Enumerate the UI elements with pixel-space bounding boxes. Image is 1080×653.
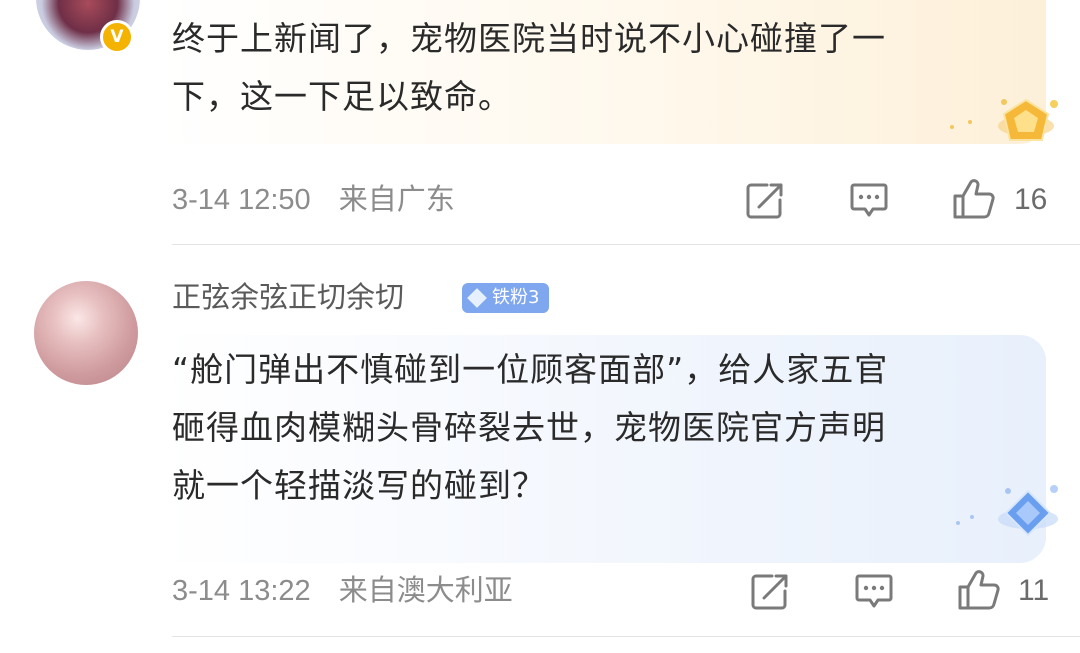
like-icon[interactable] [952,178,996,220]
blue-diamond-badge-icon [956,485,1058,537]
comment-icon[interactable] [854,573,894,611]
comment-meta: 3-14 12:50 来自广东 [172,180,455,220]
timestamp: 3-14 13:22 [172,575,311,607]
share-icon[interactable] [750,573,790,611]
gold-badge-icon [950,98,1058,141]
comment-icon[interactable] [849,182,889,220]
comment-text-line: 下，这一下足以致命。 [172,77,512,116]
timestamp: 3-14 12:50 [172,184,311,216]
comment-text-line: “舱门弹出不慎碰到一位顾客面部”，给人家五官 [172,350,889,389]
comment-text: “舱门弹出不慎碰到一位顾客面部”，给人家五官 砸得血肉模糊头骨碎裂去世，宠物医院… [172,341,888,515]
like-count: 11 [1018,574,1050,607]
fan-badge: 铁粉3 [462,283,550,313]
comment-text-line: 终于上新闻了，宠物医院当时说不小心碰撞了一 [172,19,886,58]
comment-text-line: 砸得血肉模糊头骨碎裂去世，宠物医院官方声明 [172,408,886,447]
avatar[interactable] [34,281,138,385]
username[interactable]: 正弦余弦正切余切 [172,277,404,317]
comment-text-line: 就一个轻描淡写的碰到？ [172,466,546,505]
verified-badge-icon: V [100,20,134,54]
like-count: 16 [1014,183,1048,216]
location: 来自澳大利亚 [338,575,513,607]
share-icon[interactable] [745,182,785,220]
comment-text: 终于上新闻了，宠物医院当时说不小心碰撞了一 下，这一下足以致命。 [172,10,886,126]
location: 来自广东 [338,184,455,216]
comment-item: V 终于上新闻了，宠物医院当时说不小心碰撞了一 下，这一下足以致命。 3-14 … [0,0,1080,245]
like-icon[interactable] [957,569,1001,611]
diamond-icon [467,288,487,308]
divider [172,636,1080,637]
comment-meta: 3-14 13:22 来自澳大利亚 [172,571,513,611]
comment-item: 正弦余弦正切余切 铁粉3 “舱门弹出不慎碰到一位顾客面部”，给人家五官 砸得血肉… [0,245,1080,653]
fan-badge-label: 铁粉3 [492,287,540,308]
